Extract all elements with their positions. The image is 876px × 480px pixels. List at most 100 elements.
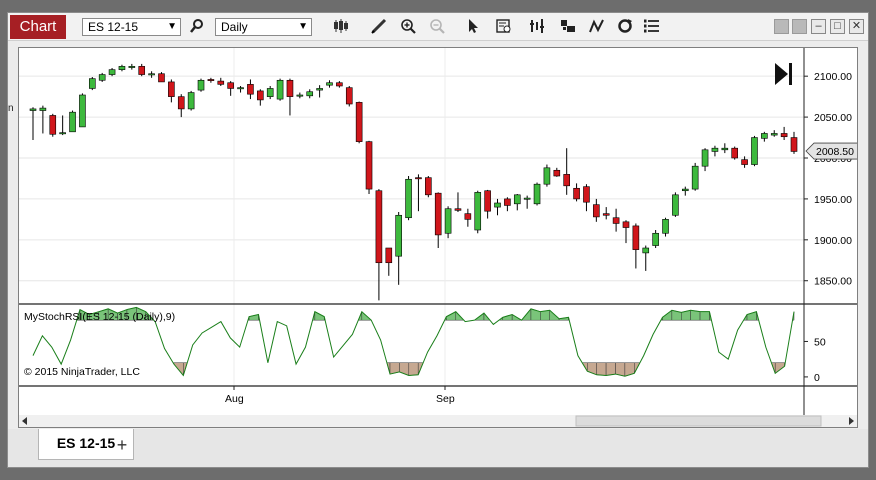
candle-body bbox=[780, 133, 788, 138]
x-tick-label: Aug bbox=[225, 393, 244, 405]
x-axis: Aug Sep bbox=[225, 386, 455, 405]
properties-icon[interactable] bbox=[642, 18, 662, 36]
candle-body bbox=[553, 169, 561, 177]
layout-button-1[interactable] bbox=[774, 19, 789, 34]
candle-body bbox=[168, 81, 175, 97]
search-icon[interactable] bbox=[187, 18, 207, 36]
candle-body bbox=[118, 66, 126, 70]
price-tick-label: 2050.00 bbox=[814, 112, 852, 124]
candle-body bbox=[158, 73, 165, 83]
candle-body bbox=[88, 78, 96, 89]
oversold-fill bbox=[408, 362, 419, 376]
zoom-in-icon[interactable] bbox=[399, 18, 419, 36]
candle-body bbox=[355, 102, 363, 142]
candle-body bbox=[69, 111, 76, 133]
candle-body bbox=[326, 82, 333, 86]
instrument-value: ES 12-15 bbox=[88, 20, 139, 34]
candle-body bbox=[741, 159, 748, 165]
candle-body bbox=[790, 137, 798, 152]
horizontal-scrollbar[interactable] bbox=[19, 415, 857, 427]
layout-button-2[interactable] bbox=[792, 19, 807, 34]
candle-body bbox=[761, 133, 768, 139]
minimize-icon: – bbox=[815, 20, 822, 32]
candle-body bbox=[464, 213, 472, 220]
candle-body bbox=[187, 92, 195, 110]
indicator-tick-label: 50 bbox=[814, 336, 826, 348]
maximize-button[interactable]: □ bbox=[830, 19, 845, 34]
strategies-icon[interactable] bbox=[558, 18, 578, 36]
copyright-text: © 2015 NinjaTrader, LLC bbox=[24, 366, 140, 378]
candle-body bbox=[681, 188, 689, 192]
candle-body bbox=[622, 221, 630, 228]
indicator-tick-label: 0 bbox=[814, 372, 820, 384]
candle-body bbox=[207, 79, 215, 81]
overbought-fill bbox=[699, 311, 710, 321]
candle-body bbox=[504, 198, 511, 206]
candle-body bbox=[108, 69, 116, 75]
price-tick-label: 1950.00 bbox=[814, 194, 852, 206]
oversold-fill bbox=[596, 362, 607, 376]
scrollbar-thumb[interactable] bbox=[575, 415, 822, 427]
candle-body bbox=[345, 87, 353, 105]
candle-body bbox=[662, 219, 669, 234]
pointer-icon[interactable] bbox=[463, 18, 483, 36]
candle-body bbox=[148, 73, 155, 76]
interval-value: Daily bbox=[221, 20, 248, 34]
candle-body bbox=[701, 149, 709, 167]
tab-strip: ES 12-15 + bbox=[8, 429, 868, 467]
instrument-selector[interactable]: ES 12-15 ▼ bbox=[82, 18, 181, 36]
candle-body bbox=[632, 225, 640, 250]
candle-body bbox=[563, 174, 570, 187]
pencil-icon[interactable] bbox=[369, 18, 389, 36]
candle-body bbox=[177, 96, 185, 110]
candle-body bbox=[523, 197, 531, 200]
chart-toolbar: Chart ES 12-15 ▼ Daily ▼ – □ ✕ bbox=[8, 13, 868, 41]
chart-panel[interactable]: 2100.002050.002000.001950.001900.001850.… bbox=[18, 47, 861, 428]
bar-type-icon[interactable] bbox=[331, 18, 351, 36]
price-tick-label: 1900.00 bbox=[814, 235, 852, 247]
interval-selector[interactable]: Daily ▼ bbox=[215, 18, 312, 36]
candle-body bbox=[217, 80, 225, 85]
candle-body bbox=[276, 79, 284, 100]
minimize-button[interactable]: – bbox=[811, 19, 826, 34]
close-icon: ✕ bbox=[851, 20, 862, 32]
candle-body bbox=[375, 190, 383, 264]
zoom-out-icon[interactable] bbox=[428, 18, 448, 36]
candle-body bbox=[39, 107, 47, 111]
candle-body bbox=[474, 192, 482, 231]
candle-body bbox=[286, 79, 294, 97]
chevron-down-icon: ▼ bbox=[298, 21, 308, 32]
scroll-to-end-icon[interactable] bbox=[775, 63, 792, 85]
candle-body bbox=[306, 91, 314, 97]
indicator-axis: 50 0 bbox=[804, 336, 826, 384]
indicators-icon[interactable] bbox=[527, 18, 547, 36]
reload-icon[interactable] bbox=[615, 18, 635, 36]
candle-body bbox=[395, 214, 402, 257]
last-price-label: 2008.50 bbox=[816, 146, 854, 158]
chart-trader-icon[interactable] bbox=[587, 18, 607, 36]
candle-body bbox=[454, 208, 462, 211]
chart-canvas[interactable]: 2100.002050.002000.001950.001900.001850.… bbox=[19, 48, 861, 427]
candle-body bbox=[405, 178, 412, 219]
candle-body bbox=[691, 165, 699, 190]
candle-body bbox=[128, 66, 136, 68]
close-button[interactable]: ✕ bbox=[849, 19, 864, 34]
candle-body bbox=[593, 204, 600, 218]
x-tick-label: Sep bbox=[436, 393, 455, 405]
add-tab-button[interactable]: + bbox=[111, 435, 133, 457]
candle-body bbox=[227, 82, 234, 89]
chart-window: Chart ES 12-15 ▼ Daily ▼ – □ ✕ n 2100.00… bbox=[7, 12, 869, 468]
candle-body bbox=[385, 247, 393, 264]
candle-body bbox=[257, 90, 264, 101]
cutoff-label: n bbox=[8, 103, 14, 114]
candle-body bbox=[237, 87, 244, 90]
candle-body bbox=[573, 187, 580, 200]
candle-body bbox=[197, 79, 205, 91]
data-box-icon[interactable] bbox=[494, 18, 514, 36]
candle-body bbox=[29, 108, 37, 111]
candle-body bbox=[138, 66, 146, 75]
candle-body bbox=[59, 132, 66, 135]
candle-body bbox=[642, 247, 650, 254]
candle-body bbox=[49, 115, 57, 135]
candle-body bbox=[602, 213, 610, 216]
